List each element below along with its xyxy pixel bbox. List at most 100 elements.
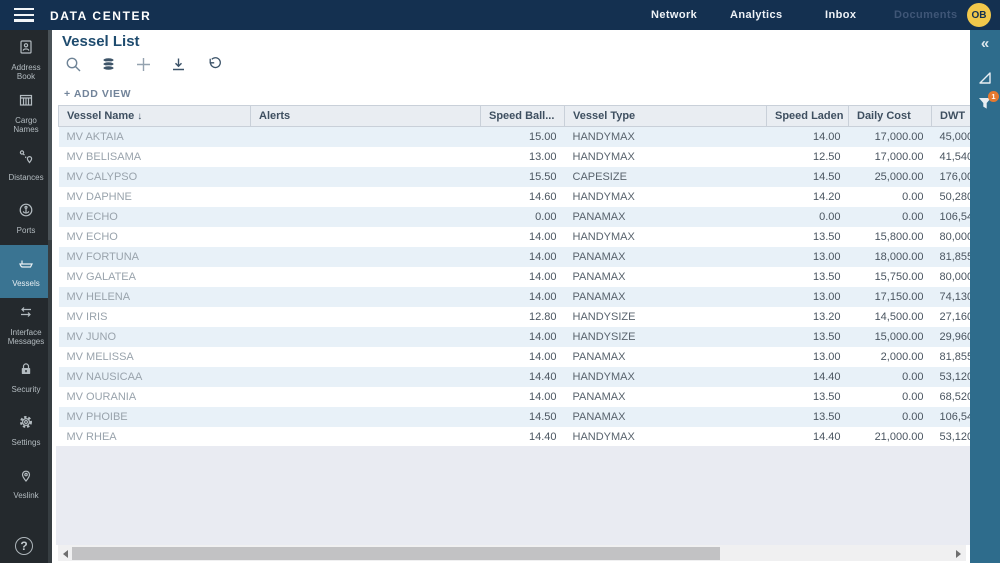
cell-daily_cost[interactable]: 15,000.00 — [849, 327, 932, 347]
cell-vessel_type[interactable]: HANDYMAX — [565, 367, 767, 387]
cell-speed_ballast[interactable]: 14.00 — [481, 287, 565, 307]
help-button[interactable]: ? — [0, 537, 48, 555]
cell-name[interactable]: MV ECHO — [59, 227, 251, 247]
cell-daily_cost[interactable]: 17,000.00 — [849, 147, 932, 167]
cell-speed_laden[interactable]: 13.50 — [767, 387, 849, 407]
cell-vessel_type[interactable]: HANDYMAX — [565, 187, 767, 207]
cell-vessel_type[interactable]: HANDYMAX — [565, 227, 767, 247]
cell-dwt[interactable]: 74,130.00 — [932, 287, 971, 307]
cell-speed_laden[interactable]: 14.20 — [767, 187, 849, 207]
cell-alerts[interactable] — [251, 427, 481, 447]
cell-daily_cost[interactable]: 17,000.00 — [849, 127, 932, 147]
sidebar-item-settings[interactable]: Settings — [0, 404, 52, 457]
cell-alerts[interactable] — [251, 187, 481, 207]
table-row[interactable]: MV GALATEA14.00PANAMAX13.5015,750.0080,0… — [59, 267, 971, 287]
cell-speed_laden[interactable]: 13.20 — [767, 307, 849, 327]
table-row[interactable]: MV ECHO14.00HANDYMAX13.5015,800.0080,000… — [59, 227, 971, 247]
cell-alerts[interactable] — [251, 327, 481, 347]
table-row[interactable]: MV FORTUNA14.00PANAMAX13.0018,000.0081,8… — [59, 247, 971, 267]
table-row[interactable]: MV CALYPSO15.50CAPESIZE14.5025,000.00176… — [59, 167, 971, 187]
cell-speed_laden[interactable]: 14.40 — [767, 427, 849, 447]
cell-speed_ballast[interactable]: 13.00 — [481, 147, 565, 167]
cell-vessel_type[interactable]: PANAMAX — [565, 347, 767, 367]
cell-daily_cost[interactable]: 17,150.00 — [849, 287, 932, 307]
table-row[interactable]: MV OURANIA14.00PANAMAX13.500.0068,520.00 — [59, 387, 971, 407]
add-button[interactable] — [134, 55, 152, 73]
nav-analytics[interactable]: Analytics — [730, 9, 783, 21]
cell-vessel_type[interactable]: HANDYMAX — [565, 127, 767, 147]
cell-name[interactable]: MV ECHO — [59, 207, 251, 227]
cell-speed_laden[interactable]: 13.50 — [767, 327, 849, 347]
cell-speed_ballast[interactable]: 14.00 — [481, 247, 565, 267]
cell-name[interactable]: MV BELISAMA — [59, 147, 251, 167]
cell-name[interactable]: MV GALATEA — [59, 267, 251, 287]
scroll-left-arrow-icon[interactable] — [63, 550, 68, 558]
pointer-tool-icon[interactable] — [970, 70, 1000, 86]
cell-vessel_type[interactable]: PANAMAX — [565, 267, 767, 287]
cell-dwt[interactable]: 50,280.00 — [932, 187, 971, 207]
cell-daily_cost[interactable]: 0.00 — [849, 207, 932, 227]
table-row[interactable]: MV BELISAMA13.00HANDYMAX12.5017,000.0041… — [59, 147, 971, 167]
cell-speed_ballast[interactable]: 14.00 — [481, 387, 565, 407]
filter-button[interactable]: 1 — [970, 96, 1000, 116]
cell-alerts[interactable] — [251, 207, 481, 227]
col-header-daily-cost[interactable]: Daily Cost — [849, 106, 932, 127]
sidebar-item-interface-messages[interactable]: Interface Messages — [0, 298, 52, 351]
cell-speed_laden[interactable]: 13.50 — [767, 227, 849, 247]
cell-dwt[interactable]: 27,160.00 — [932, 307, 971, 327]
cell-daily_cost[interactable]: 14,500.00 — [849, 307, 932, 327]
cell-speed_ballast[interactable]: 14.50 — [481, 407, 565, 427]
table-row[interactable]: MV RHEA14.40HANDYMAX14.4021,000.0053,120… — [59, 427, 971, 447]
sidebar-item-security[interactable]: Security — [0, 351, 52, 404]
cell-name[interactable]: MV RHEA — [59, 427, 251, 447]
cell-dwt[interactable]: 29,960.00 — [932, 327, 971, 347]
cell-vessel_type[interactable]: CAPESIZE — [565, 167, 767, 187]
sidebar-item-vessels[interactable]: Vessels — [0, 245, 52, 298]
cell-speed_laden[interactable]: 14.40 — [767, 367, 849, 387]
cell-vessel_type[interactable]: HANDYSIZE — [565, 307, 767, 327]
cell-dwt[interactable]: 45,000.00 — [932, 127, 971, 147]
cell-vessel_type[interactable]: PANAMAX — [565, 247, 767, 267]
cell-daily_cost[interactable]: 0.00 — [849, 387, 932, 407]
sidebar-item-cargo-names[interactable]: Cargo Names — [0, 86, 52, 139]
cell-alerts[interactable] — [251, 127, 481, 147]
cell-vessel_type[interactable]: PANAMAX — [565, 207, 767, 227]
cell-vessel_type[interactable]: HANDYMAX — [565, 147, 767, 167]
sidebar-item-ports[interactable]: Ports — [0, 192, 52, 245]
table-row[interactable]: MV MELISSA14.00PANAMAX13.002,000.0081,85… — [59, 347, 971, 367]
table-row[interactable]: MV DAPHNE14.60HANDYMAX14.200.0050,280.00 — [59, 187, 971, 207]
scrollbar-thumb[interactable] — [72, 547, 720, 560]
cell-daily_cost[interactable]: 0.00 — [849, 187, 932, 207]
cell-speed_ballast[interactable]: 14.60 — [481, 187, 565, 207]
cell-daily_cost[interactable]: 15,750.00 — [849, 267, 932, 287]
cell-daily_cost[interactable]: 18,000.00 — [849, 247, 932, 267]
cell-speed_ballast[interactable]: 0.00 — [481, 207, 565, 227]
cell-name[interactable]: MV IRIS — [59, 307, 251, 327]
col-header-dwt[interactable]: DWT — [932, 106, 971, 127]
cell-dwt[interactable]: 81,855.00 — [932, 247, 971, 267]
cell-alerts[interactable] — [251, 247, 481, 267]
cell-name[interactable]: MV OURANIA — [59, 387, 251, 407]
sidebar-item-distances[interactable]: Distances — [0, 139, 52, 192]
cell-speed_ballast[interactable]: 15.50 — [481, 167, 565, 187]
cell-alerts[interactable] — [251, 167, 481, 187]
table-row[interactable]: MV NAUSICAA14.40HANDYMAX14.400.0053,120.… — [59, 367, 971, 387]
cell-speed_ballast[interactable]: 14.00 — [481, 267, 565, 287]
cell-name[interactable]: MV JUNO — [59, 327, 251, 347]
nav-documents[interactable]: Documents — [894, 9, 958, 21]
sidebar-item-address-book[interactable]: Address Book — [0, 33, 52, 86]
search-button[interactable] — [64, 55, 82, 73]
cell-alerts[interactable] — [251, 387, 481, 407]
cell-speed_ballast[interactable]: 14.00 — [481, 347, 565, 367]
table-row[interactable]: MV IRIS 12.80HANDYSIZE13.2014,500.0027,16… — [59, 307, 971, 327]
cell-speed_ballast[interactable]: 14.00 — [481, 227, 565, 247]
cell-dwt[interactable]: 106,540.00 — [932, 407, 971, 427]
col-header-speed-ballast[interactable]: Speed Ball... — [481, 106, 565, 127]
cell-alerts[interactable] — [251, 287, 481, 307]
nav-network[interactable]: Network — [651, 9, 697, 21]
horizontal-scrollbar[interactable] — [58, 545, 966, 561]
cell-dwt[interactable]: 68,520.00 — [932, 387, 971, 407]
cell-vessel_type[interactable]: PANAMAX — [565, 407, 767, 427]
table-row[interactable]: MV JUNO14.00HANDYSIZE13.5015,000.0029,96… — [59, 327, 971, 347]
cell-speed_ballast[interactable]: 12.80 — [481, 307, 565, 327]
